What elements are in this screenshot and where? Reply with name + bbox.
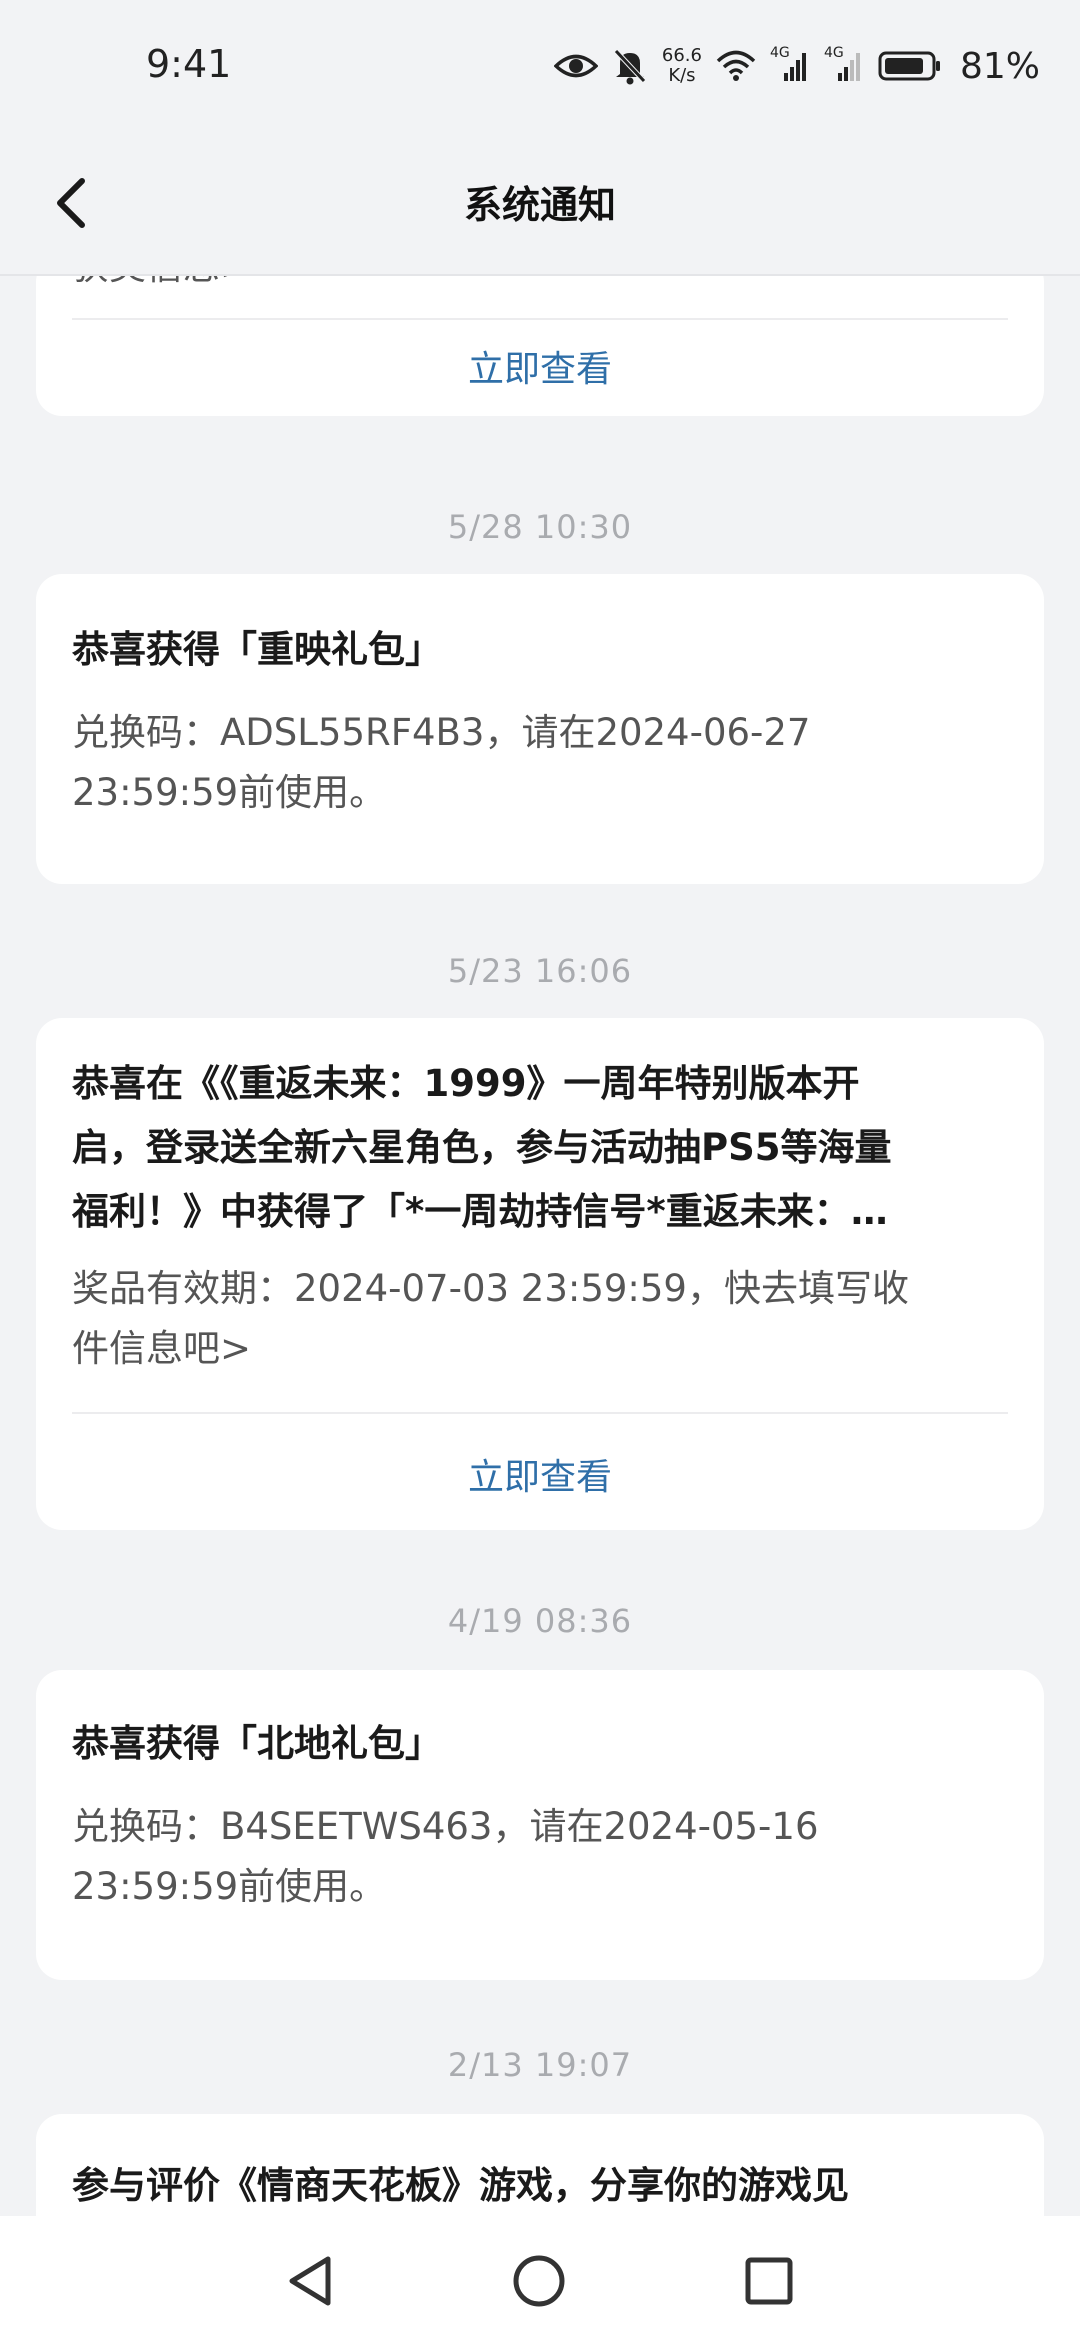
notification-time: 2/13 19:07 xyxy=(447,2046,633,2084)
card-body-line: 兑换码：B4SEETWS463，请在2024-05-16 xyxy=(72,1805,819,1848)
card-title-line: 参与评价《情商天花板》游戏，分享你的游戏见 xyxy=(72,2164,849,2207)
notification-card[interactable]: 恭喜获得「北地礼包」 兑换码：B4SEETWS463，请在2024-05-16 … xyxy=(36,1670,1044,1980)
notification-time: 4/19 08:36 xyxy=(447,1602,633,1640)
signal-icon-1: 4G xyxy=(770,45,810,83)
card-body-line: 兑换码：ADSL55RF4B3，请在2024-06-27 xyxy=(72,711,811,754)
notification-list[interactable]: 获奖信息> 立即查看 5/28 10:30 恭喜获得「重映礼包」 兑换码：ADS… xyxy=(0,276,1080,2216)
circle-home-icon xyxy=(513,2255,565,2307)
signal-icon-2: 4G xyxy=(824,45,864,83)
network-type-1: 4G xyxy=(769,45,790,61)
eye-icon xyxy=(553,51,598,81)
notification-card[interactable]: 参与评价《情商天花板》游戏，分享你的游戏见 xyxy=(36,2114,1044,2216)
card-body-line: 奖品有效期：2024-07-03 23:59:59，快去填写收 xyxy=(72,1267,909,1310)
notification-time: 5/23 16:06 xyxy=(447,952,633,990)
battery-icon xyxy=(878,50,942,82)
card-divider xyxy=(72,318,1008,320)
card-title-line: 恭喜在《《重返未来：1999》一周年特别版本开 xyxy=(72,1062,860,1105)
title-bar: 系统通知 xyxy=(0,130,1080,276)
card-body-line: 23:59:59前使用。 xyxy=(72,1865,387,1908)
battery-percent: 81% xyxy=(959,45,1040,87)
view-now-link[interactable]: 立即查看 xyxy=(36,340,1044,392)
net-speed-value: 66.6 xyxy=(661,45,702,66)
card-title-line: 启，登录送全新六星角色，参与活动抽PS5等海量 xyxy=(72,1126,892,1169)
card-divider xyxy=(72,1412,1008,1414)
card-body-line: 件信息吧> xyxy=(72,1327,252,1370)
nav-back-button[interactable] xyxy=(274,2246,344,2316)
notification-card[interactable]: 恭喜在《《重返未来：1999》一周年特别版本开 启，登录送全新六星角色，参与活动… xyxy=(36,1018,1044,1530)
status-bar: 9:41 66.6 K/s 4G 4G 81% xyxy=(0,0,1080,130)
net-speed-unit: K/s xyxy=(668,65,696,86)
nav-home-button[interactable] xyxy=(504,2246,574,2316)
status-icons: 66.6 K/s 4G 4G 81% xyxy=(553,38,1040,94)
square-recent-icon xyxy=(745,2257,793,2305)
net-speed: 66.6 K/s xyxy=(662,46,702,86)
bell-off-icon xyxy=(612,47,648,85)
card-title-line: 福利！》中获得了「*一周劫持信号*重返未来：… xyxy=(72,1190,888,1233)
card-title: 恭喜获得「重映礼包」 xyxy=(72,628,442,671)
view-now-link[interactable]: 立即查看 xyxy=(36,1448,1044,1500)
system-nav-bar xyxy=(0,2216,1080,2340)
triangle-back-icon xyxy=(289,2256,331,2306)
card-title: 恭喜获得「北地礼包」 xyxy=(72,1722,442,1765)
wifi-icon xyxy=(716,50,756,82)
network-type-2: 4G xyxy=(823,45,844,61)
card-body-line: 23:59:59前使用。 xyxy=(72,771,387,814)
status-time: 9:41 xyxy=(146,42,232,86)
card-body-tail: 获奖信息> xyxy=(72,276,251,298)
page-title: 系统通知 xyxy=(463,183,616,227)
notification-time: 5/28 10:30 xyxy=(447,508,633,546)
notification-card-partial: 获奖信息> 立即查看 xyxy=(36,276,1044,416)
notification-card[interactable]: 恭喜获得「重映礼包」 兑换码：ADSL55RF4B3，请在2024-06-27 … xyxy=(36,574,1044,884)
nav-recent-button[interactable] xyxy=(734,2246,804,2316)
